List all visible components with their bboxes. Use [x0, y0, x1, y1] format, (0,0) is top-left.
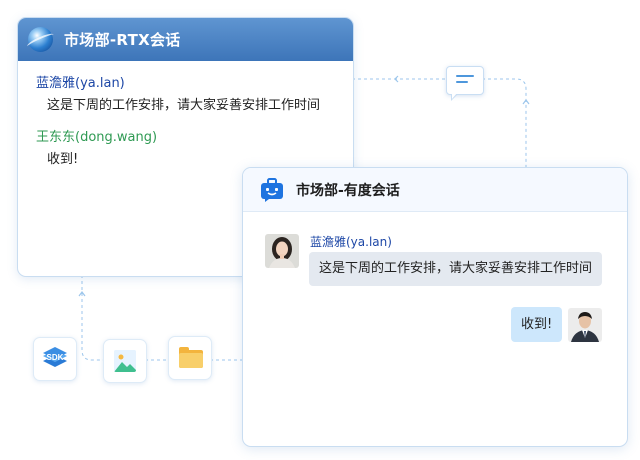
- rtx-window-title: 市场部-RTX会话: [64, 31, 181, 49]
- sdk-tool: SDK: [33, 337, 77, 381]
- outgoing-message-bubble: 收到!: [511, 307, 563, 342]
- rtx-message-list: 蓝澹雅(ya.lan) 这是下周的工作安排，请大家妥善安排工作时间 王东东(do…: [18, 61, 353, 169]
- rtx-message: 蓝澹雅(ya.lan) 这是下周的工作安排，请大家妥善安排工作时间: [36, 75, 353, 115]
- folder-tool: [168, 336, 212, 380]
- rtx-globe-icon: [28, 27, 53, 52]
- image-tool: [103, 339, 147, 383]
- rtx-window-header: 市场部-RTX会话: [18, 18, 353, 61]
- chat-bubble-icon: [446, 66, 484, 101]
- user-avatar: [568, 308, 602, 342]
- rtx-message-sender: 王东东(dong.wang): [36, 130, 158, 145]
- youdu-window-title: 市场部-有度会话: [296, 182, 400, 199]
- youdu-chat-window: 市场部-有度会话 蓝澹雅(ya.lan) 这是下周的工作安排，请大家妥善安排工作…: [242, 167, 628, 447]
- youdu-message-sender: 蓝澹雅(ya.lan): [310, 235, 392, 249]
- rtx-message-sender: 蓝澹雅(ya.lan): [36, 76, 125, 91]
- incoming-message-bubble: 这是下周的工作安排，请大家妥善安排工作时间: [309, 252, 603, 286]
- rtx-message: 王东东(dong.wang) 收到!: [36, 129, 353, 169]
- youdu-briefcase-icon: [261, 177, 283, 202]
- sender-avatar: [265, 234, 299, 268]
- image-icon: [114, 350, 136, 372]
- youdu-window-header: 市场部-有度会话: [243, 168, 627, 212]
- rtx-message-text: 这是下周的工作安排，请大家妥善安排工作时间: [47, 98, 321, 113]
- sdk-label: SDK: [46, 353, 64, 362]
